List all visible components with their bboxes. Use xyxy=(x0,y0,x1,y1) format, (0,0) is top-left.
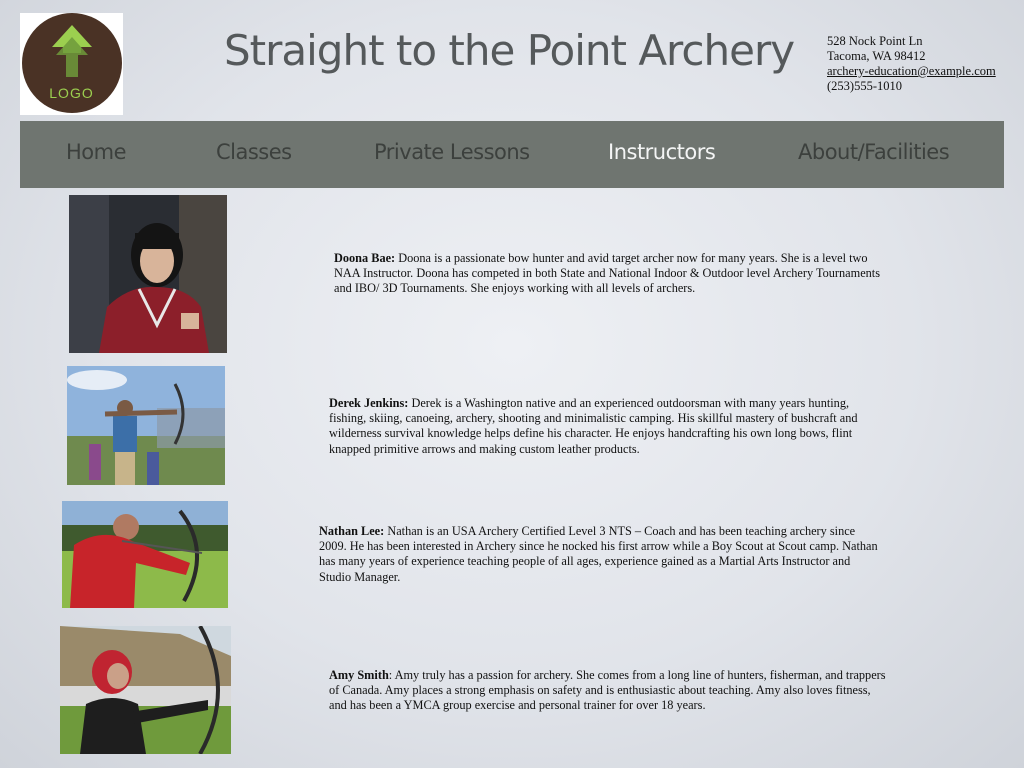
logo[interactable]: LOGO xyxy=(20,13,123,115)
nav-item-classes[interactable]: Classes xyxy=(216,140,292,164)
instructor-bio-text: Nathan is an USA Archery Certified Level… xyxy=(319,524,878,584)
instructor-name: Doona Bae: xyxy=(334,251,396,265)
instructor-photo-nathan-lee xyxy=(62,501,228,608)
instructor-name: Amy Smith xyxy=(329,668,389,682)
contact-info: 528 Nock Point Ln Tacoma, WA 98412 arche… xyxy=(827,34,996,94)
instructor-bio-amy-smith: Amy Smith: Amy truly has a passion for a… xyxy=(329,668,889,714)
nav-item-home[interactable]: Home xyxy=(66,140,127,164)
instructor-photo-amy-smith xyxy=(60,626,231,754)
nav-bar: Home Classes Private Lessons Instructors… xyxy=(20,121,1004,188)
contact-phone: (253)555-1010 xyxy=(827,79,902,93)
nav-item-private-lessons[interactable]: Private Lessons xyxy=(374,140,530,164)
logo-text: LOGO xyxy=(49,85,94,101)
instructor-bio-text: : Amy truly has a passion for archery. S… xyxy=(329,668,886,713)
contact-street: 528 Nock Point Ln xyxy=(827,34,923,48)
instructor-name: Derek Jenkins: xyxy=(329,396,409,410)
nav-item-instructors[interactable]: Instructors xyxy=(608,140,716,164)
contact-email-link[interactable]: archery-education@example.com xyxy=(827,64,996,78)
contact-city: Tacoma, WA 98412 xyxy=(827,49,926,63)
instructor-bio-text: Derek is a Washington native and an expe… xyxy=(329,396,858,456)
instructor-bio-text: Doona is a passionate bow hunter and avi… xyxy=(334,251,881,296)
instructor-bio-doona-bae: Doona Bae: Doona is a passionate bow hun… xyxy=(334,251,890,297)
instructor-bio-derek-jenkins: Derek Jenkins: Derek is a Washington nat… xyxy=(329,396,885,457)
arrow-up-icon xyxy=(52,25,92,77)
instructor-photo-doona-bae xyxy=(69,195,227,353)
site-title: Straight to the Point Archery xyxy=(224,26,795,75)
nav-item-about-facilities[interactable]: About/Facilities xyxy=(798,140,950,164)
instructor-name: Nathan Lee: xyxy=(319,524,385,538)
instructor-photo-derek-jenkins xyxy=(67,366,225,485)
instructor-bio-nathan-lee: Nathan Lee: Nathan is an USA Archery Cer… xyxy=(319,524,879,585)
